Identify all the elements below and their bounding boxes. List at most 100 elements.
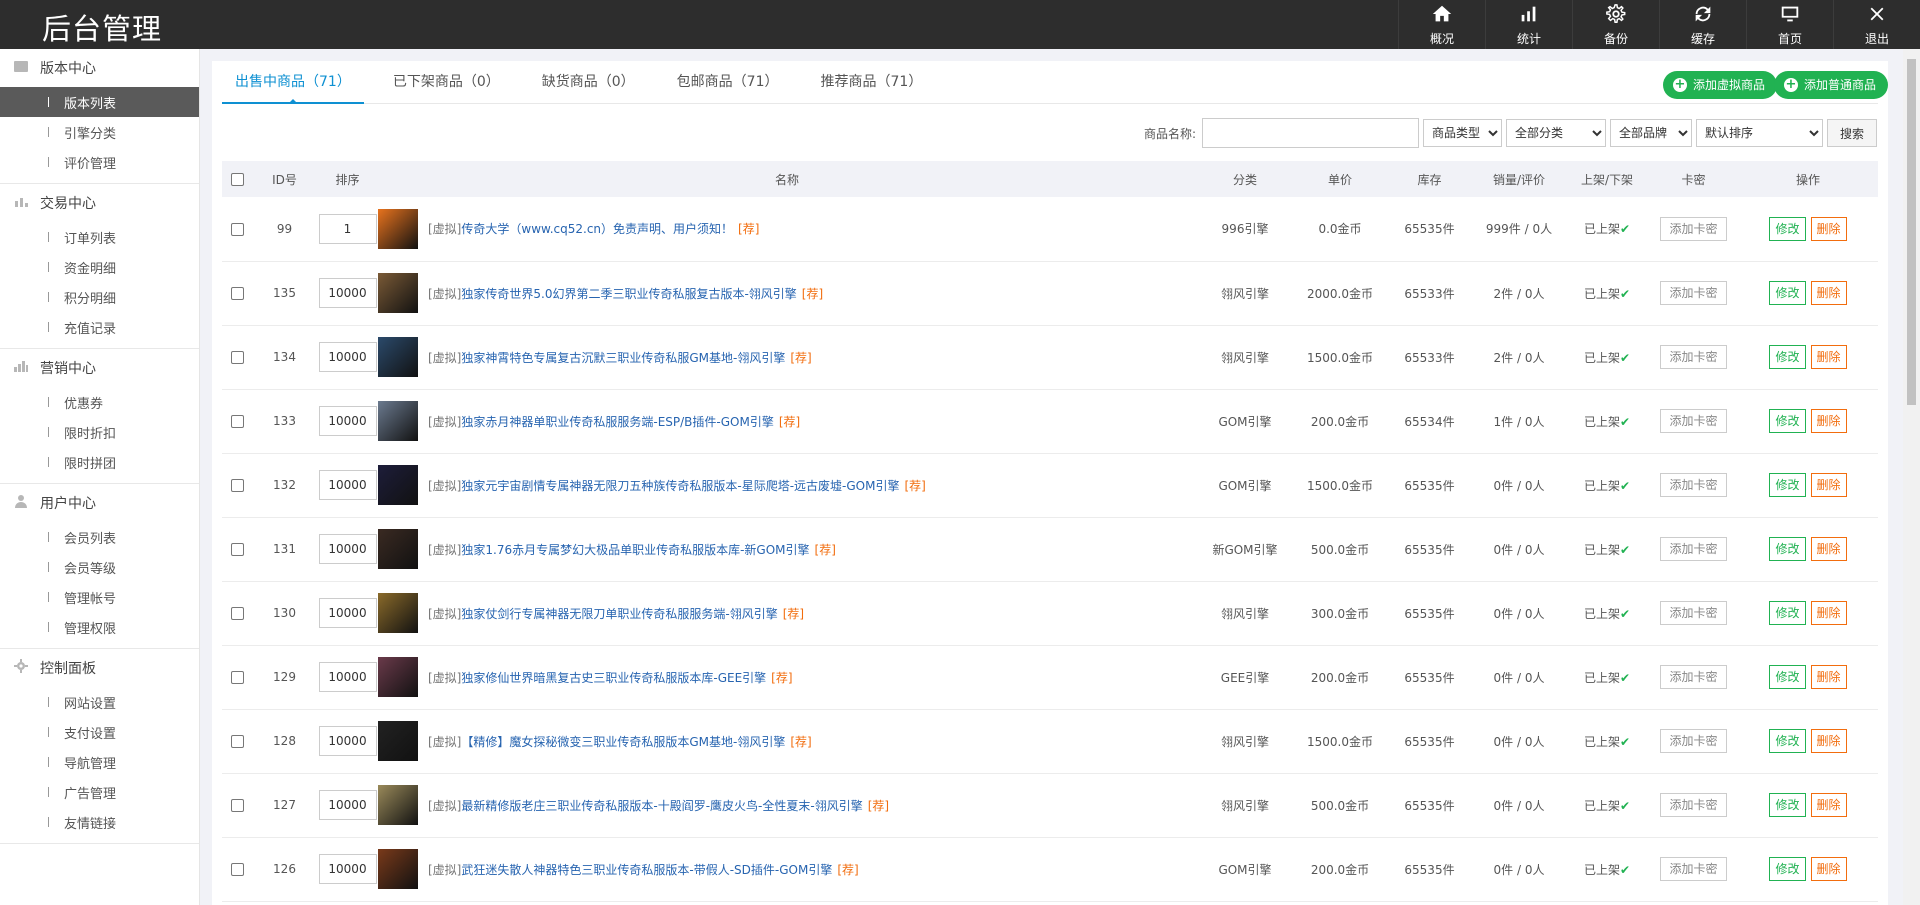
product-title-link[interactable]: 独家传奇世界5.0幻界第二季三职业传奇私服复古版本-翎风引擎 xyxy=(461,285,796,302)
sort-select[interactable]: 默认排序 xyxy=(1695,119,1823,147)
product-title-link[interactable]: 独家仗剑行专属神器无限刀单职业传奇私服服务端-翎风引擎 xyxy=(461,605,777,622)
sidebar-group-title[interactable]: 版本中心 xyxy=(0,49,199,87)
add-card-button[interactable]: 添加卡密 xyxy=(1660,665,1727,689)
row-status-cell[interactable]: 已上架✔ xyxy=(1565,325,1649,390)
product-title-link[interactable]: 最新精修版老庄三职业传奇私服版本-十殿阎罗-鹰皮火鸟-全性夏末-翎风引擎 xyxy=(461,797,862,814)
topnav-item-5[interactable]: 退出 xyxy=(1833,0,1920,49)
add-card-button[interactable]: 添加卡密 xyxy=(1660,857,1727,881)
sort-input[interactable] xyxy=(318,854,377,884)
delete-button[interactable]: 删除 xyxy=(1810,473,1847,497)
product-thumbnail[interactable] xyxy=(378,529,418,569)
delete-button[interactable]: 删除 xyxy=(1810,345,1847,369)
sidebar-item[interactable]: 会员等级 xyxy=(0,552,199,582)
add-card-button[interactable]: 添加卡密 xyxy=(1660,793,1727,817)
search-button[interactable]: 搜索 xyxy=(1826,119,1877,147)
edit-button[interactable]: 修改 xyxy=(1769,345,1806,369)
brand-select[interactable]: 全部品牌 xyxy=(1609,119,1692,147)
product-thumbnail[interactable] xyxy=(378,849,418,889)
sort-input[interactable] xyxy=(318,470,377,500)
product-title-link[interactable]: 传奇大学（www.cq52.cn）免责声明、用户须知！ xyxy=(461,220,733,237)
tab-3[interactable]: 包邮商品（71） xyxy=(664,61,792,104)
delete-button[interactable]: 删除 xyxy=(1810,793,1847,817)
product-title-link[interactable]: 独家赤月神器单职业传奇私服服务端-ESP/B插件-GOM引擎 xyxy=(461,413,773,430)
sidebar-item[interactable]: 会员列表 xyxy=(0,522,199,552)
row-checkbox[interactable] xyxy=(230,863,244,876)
product-thumbnail[interactable] xyxy=(378,465,418,505)
add-card-button[interactable]: 添加卡密 xyxy=(1660,537,1727,561)
row-status-cell[interactable]: 已上架✔ xyxy=(1565,389,1649,454)
product-thumbnail[interactable] xyxy=(378,337,418,377)
edit-button[interactable]: 修改 xyxy=(1769,729,1806,753)
edit-button[interactable]: 修改 xyxy=(1769,216,1806,241)
add-card-button[interactable]: 添加卡密 xyxy=(1660,473,1727,497)
sidebar-item[interactable]: 资金明细 xyxy=(0,252,199,282)
add-virtual-product-button[interactable]: + 添加虚拟商品 xyxy=(1662,71,1777,99)
sidebar-item[interactable]: 友情链接 xyxy=(0,807,199,837)
sidebar-item[interactable]: 积分明细 xyxy=(0,282,199,312)
add-card-button[interactable]: 添加卡密 xyxy=(1660,216,1727,241)
edit-button[interactable]: 修改 xyxy=(1769,601,1806,625)
product-type-select[interactable]: 商品类型 xyxy=(1422,119,1502,147)
topnav-item-0[interactable]: 概况 xyxy=(1398,0,1485,49)
product-title-link[interactable]: 独家修仙世界暗黑复古史三职业传奇私服版本库-GEE引擎 xyxy=(461,669,766,686)
add-normal-product-button[interactable]: + 添加普通商品 xyxy=(1773,71,1888,99)
add-card-button[interactable]: 添加卡密 xyxy=(1660,281,1727,305)
product-thumbnail[interactable] xyxy=(378,593,418,633)
delete-button[interactable]: 删除 xyxy=(1810,665,1847,689)
sidebar-item[interactable]: 广告管理 xyxy=(0,777,199,807)
product-title-link[interactable]: 武狂迷失散人神器特色三职业传奇私服版本-带假人-SD插件-GOM引擎 xyxy=(461,861,832,878)
row-checkbox[interactable] xyxy=(230,415,244,428)
row-status-cell[interactable]: 已上架✔ xyxy=(1565,645,1649,710)
product-thumbnail[interactable] xyxy=(378,657,418,697)
sidebar-item[interactable]: 支付设置 xyxy=(0,717,199,747)
row-status-cell[interactable]: 已上架✔ xyxy=(1565,709,1649,774)
product-name-input[interactable] xyxy=(1201,118,1419,148)
sort-input[interactable] xyxy=(318,662,377,692)
row-checkbox[interactable] xyxy=(230,351,244,364)
topnav-item-1[interactable]: 统计 xyxy=(1485,0,1572,49)
row-status-cell[interactable]: 已上架✔ xyxy=(1565,453,1649,518)
delete-button[interactable]: 删除 xyxy=(1810,216,1847,241)
product-thumbnail[interactable] xyxy=(378,208,418,249)
edit-button[interactable]: 修改 xyxy=(1769,537,1806,561)
sort-input[interactable] xyxy=(318,534,377,564)
delete-button[interactable]: 删除 xyxy=(1810,857,1847,881)
product-title-link[interactable]: 独家1.76赤月专属梦幻大极品单职业传奇私服版本库-新GOM引擎 xyxy=(461,541,809,558)
delete-button[interactable]: 删除 xyxy=(1810,601,1847,625)
topnav-item-3[interactable]: 缓存 xyxy=(1659,0,1746,49)
product-title-link[interactable]: 独家神霄特色专属复古沉默三职业传奇私服GM基地-翎风引擎 xyxy=(461,349,785,366)
edit-button[interactable]: 修改 xyxy=(1769,473,1806,497)
row-status-cell[interactable]: 已上架✔ xyxy=(1565,261,1649,326)
sidebar-item[interactable]: 限时拼团 xyxy=(0,447,199,477)
add-card-button[interactable]: 添加卡密 xyxy=(1660,345,1727,369)
delete-button[interactable]: 删除 xyxy=(1810,729,1847,753)
row-checkbox[interactable] xyxy=(230,607,244,620)
row-checkbox[interactable] xyxy=(230,479,244,492)
row-checkbox[interactable] xyxy=(230,543,244,556)
product-title-link[interactable]: 独家元宇宙剧情专属神器无限刀五种族传奇私服版本-星际爬塔-远古废墟-GOM引擎 xyxy=(461,477,899,494)
sidebar-group-title[interactable]: 交易中心 xyxy=(0,184,199,222)
sidebar-item[interactable]: 充值记录 xyxy=(0,312,199,342)
sort-input[interactable] xyxy=(318,790,377,820)
row-checkbox[interactable] xyxy=(230,671,244,684)
sidebar-item[interactable]: 管理权限 xyxy=(0,612,199,642)
sort-input[interactable] xyxy=(318,406,377,436)
product-thumbnail[interactable] xyxy=(378,785,418,825)
sidebar-item[interactable]: 限时折扣 xyxy=(0,417,199,447)
vertical-scrollbar[interactable] xyxy=(1903,49,1920,905)
tab-1[interactable]: 已下架商品（0） xyxy=(380,61,513,104)
topnav-item-4[interactable]: 首页 xyxy=(1746,0,1833,49)
sidebar-item[interactable]: 网站设置 xyxy=(0,687,199,717)
tab-0[interactable]: 出售中商品（71） xyxy=(222,61,364,104)
product-thumbnail[interactable] xyxy=(378,273,418,313)
sidebar-item[interactable]: 管理帐号 xyxy=(0,582,199,612)
edit-button[interactable]: 修改 xyxy=(1769,857,1806,881)
row-checkbox[interactable] xyxy=(230,287,244,300)
product-thumbnail[interactable] xyxy=(378,721,418,761)
sidebar-item[interactable]: 引擎分类 xyxy=(0,117,199,147)
row-status-cell[interactable]: 已上架✔ xyxy=(1565,837,1649,902)
delete-button[interactable]: 删除 xyxy=(1810,281,1847,305)
row-status-cell[interactable]: 已上架✔ xyxy=(1565,517,1649,582)
sidebar-group-title[interactable]: 用户中心 xyxy=(0,484,199,522)
sidebar-item[interactable]: 评价管理 xyxy=(0,147,199,177)
